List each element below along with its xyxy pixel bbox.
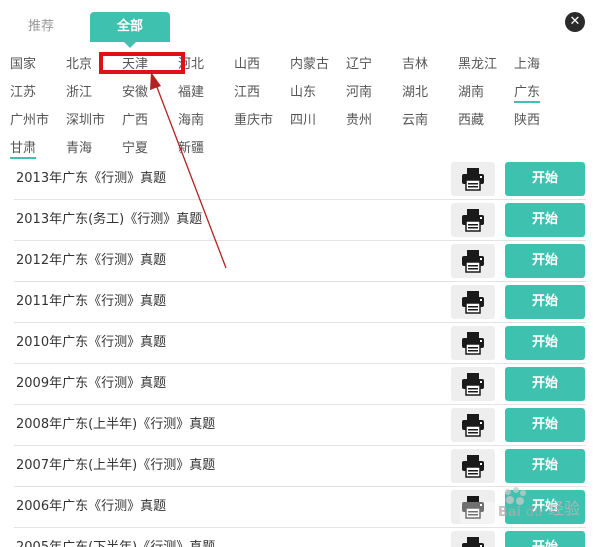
region-item[interactable]: 山西 bbox=[234, 55, 260, 75]
print-button[interactable] bbox=[451, 162, 495, 196]
region-item[interactable]: 福建 bbox=[178, 83, 204, 103]
print-button[interactable] bbox=[451, 244, 495, 278]
region-item[interactable]: 内蒙古 bbox=[290, 55, 329, 75]
print-button[interactable] bbox=[451, 367, 495, 401]
printer-icon bbox=[462, 209, 484, 232]
region-item[interactable]: 天津 bbox=[122, 55, 148, 75]
printer-icon bbox=[462, 455, 484, 478]
start-button[interactable]: 开始 bbox=[505, 449, 585, 483]
region-item[interactable]: 重庆市 bbox=[234, 111, 273, 131]
region-item[interactable]: 辽宁 bbox=[346, 55, 372, 75]
exam-title[interactable]: 2007年广东(上半年)《行测》真题 bbox=[16, 446, 215, 486]
start-button[interactable]: 开始 bbox=[505, 203, 585, 237]
tab-all[interactable]: 全部 bbox=[90, 12, 170, 48]
region-item[interactable]: 湖北 bbox=[402, 83, 428, 103]
region-item[interactable]: 广州市 bbox=[10, 111, 49, 131]
print-button[interactable] bbox=[451, 490, 495, 524]
exam-title[interactable]: 2013年广东《行测》真题 bbox=[16, 159, 166, 199]
print-button[interactable] bbox=[451, 203, 495, 237]
region-item[interactable]: 广西 bbox=[122, 111, 148, 131]
printer-icon bbox=[462, 373, 484, 396]
print-button[interactable] bbox=[451, 408, 495, 442]
region-item[interactable]: 宁夏 bbox=[122, 139, 148, 159]
exam-title[interactable]: 2009年广东《行测》真题 bbox=[16, 364, 166, 404]
exam-title[interactable]: 2005年广东(下半年)《行测》真题 bbox=[16, 528, 215, 547]
region-item[interactable]: 贵州 bbox=[346, 111, 372, 131]
region-item[interactable]: 陕西 bbox=[514, 111, 540, 131]
exam-row: 2013年广东《行测》真题 开始 bbox=[14, 159, 586, 200]
region-item[interactable]: 浙江 bbox=[66, 83, 92, 103]
print-button[interactable] bbox=[451, 531, 495, 547]
exam-title[interactable]: 2011年广东《行测》真题 bbox=[16, 282, 166, 322]
exam-title[interactable]: 2008年广东(上半年)《行测》真题 bbox=[16, 405, 215, 445]
exam-row: 2010年广东《行测》真题 开始 bbox=[14, 323, 586, 364]
exam-row: 2005年广东(下半年)《行测》真题 开始 bbox=[14, 528, 586, 547]
exam-row: 2007年广东(上半年)《行测》真题 开始 bbox=[14, 446, 586, 487]
exam-row: 2013年广东(务工)《行测》真题 开始 bbox=[14, 200, 586, 241]
region-item[interactable]: 青海 bbox=[66, 139, 92, 159]
printer-icon bbox=[462, 332, 484, 355]
region-item[interactable]: 西藏 bbox=[458, 111, 484, 131]
start-button[interactable]: 开始 bbox=[505, 367, 585, 401]
print-button[interactable] bbox=[451, 449, 495, 483]
exam-title[interactable]: 2013年广东(务工)《行测》真题 bbox=[16, 200, 202, 240]
exam-row: 2006年广东《行测》真题 开始 bbox=[14, 487, 586, 528]
region-item[interactable]: 海南 bbox=[178, 111, 204, 131]
printer-icon bbox=[462, 496, 484, 519]
exam-title[interactable]: 2012年广东《行测》真题 bbox=[16, 241, 166, 281]
printer-icon bbox=[462, 291, 484, 314]
start-button[interactable]: 开始 bbox=[505, 408, 585, 442]
region-item[interactable]: 安徽 bbox=[122, 83, 148, 103]
exam-row: 2009年广东《行测》真题 开始 bbox=[14, 364, 586, 405]
region-item[interactable]: 上海 bbox=[514, 55, 540, 75]
print-button[interactable] bbox=[451, 285, 495, 319]
printer-icon bbox=[462, 168, 484, 191]
region-item[interactable]: 河北 bbox=[178, 55, 204, 75]
start-button[interactable]: 开始 bbox=[505, 326, 585, 360]
region-item[interactable]: 北京 bbox=[66, 55, 92, 75]
start-button[interactable]: 开始 bbox=[505, 490, 585, 524]
exam-row: 2012年广东《行测》真题 开始 bbox=[14, 241, 586, 282]
region-item[interactable]: 山东 bbox=[290, 83, 316, 103]
region-item[interactable]: 河南 bbox=[346, 83, 372, 103]
exam-title[interactable]: 2010年广东《行测》真题 bbox=[16, 323, 166, 363]
start-button[interactable]: 开始 bbox=[505, 285, 585, 319]
region-item[interactable]: 江西 bbox=[234, 83, 260, 103]
print-button[interactable] bbox=[451, 326, 495, 360]
exam-title[interactable]: 2006年广东《行测》真题 bbox=[16, 487, 166, 527]
region-item[interactable]: 新疆 bbox=[178, 139, 204, 159]
region-item[interactable]: 吉林 bbox=[402, 55, 428, 75]
region-item[interactable]: 甘肃 bbox=[10, 139, 37, 159]
tab-recommend[interactable]: 推荐 bbox=[14, 12, 68, 42]
region-item[interactable]: 江苏 bbox=[10, 83, 36, 103]
exam-row: 2011年广东《行测》真题 开始 bbox=[14, 282, 586, 323]
region-item[interactable]: 国家 bbox=[10, 55, 36, 75]
start-button[interactable]: 开始 bbox=[505, 162, 585, 196]
printer-icon bbox=[462, 414, 484, 437]
region-item[interactable]: 湖南 bbox=[458, 83, 484, 103]
region-item[interactable]: 深圳市 bbox=[66, 111, 105, 131]
printer-icon bbox=[462, 537, 484, 547]
region-item[interactable]: 四川 bbox=[290, 111, 316, 131]
exam-row: 2008年广东(上半年)《行测》真题 开始 bbox=[14, 405, 586, 446]
region-item[interactable]: 广东 bbox=[514, 83, 541, 103]
close-icon[interactable]: ✕ bbox=[565, 12, 585, 32]
printer-icon bbox=[462, 250, 484, 273]
region-item[interactable]: 黑龙江 bbox=[458, 55, 497, 75]
region-item[interactable]: 云南 bbox=[402, 111, 428, 131]
top-tabs: 推荐 全部 bbox=[0, 0, 598, 48]
start-button[interactable]: 开始 bbox=[505, 244, 585, 278]
start-button[interactable]: 开始 bbox=[505, 531, 585, 547]
